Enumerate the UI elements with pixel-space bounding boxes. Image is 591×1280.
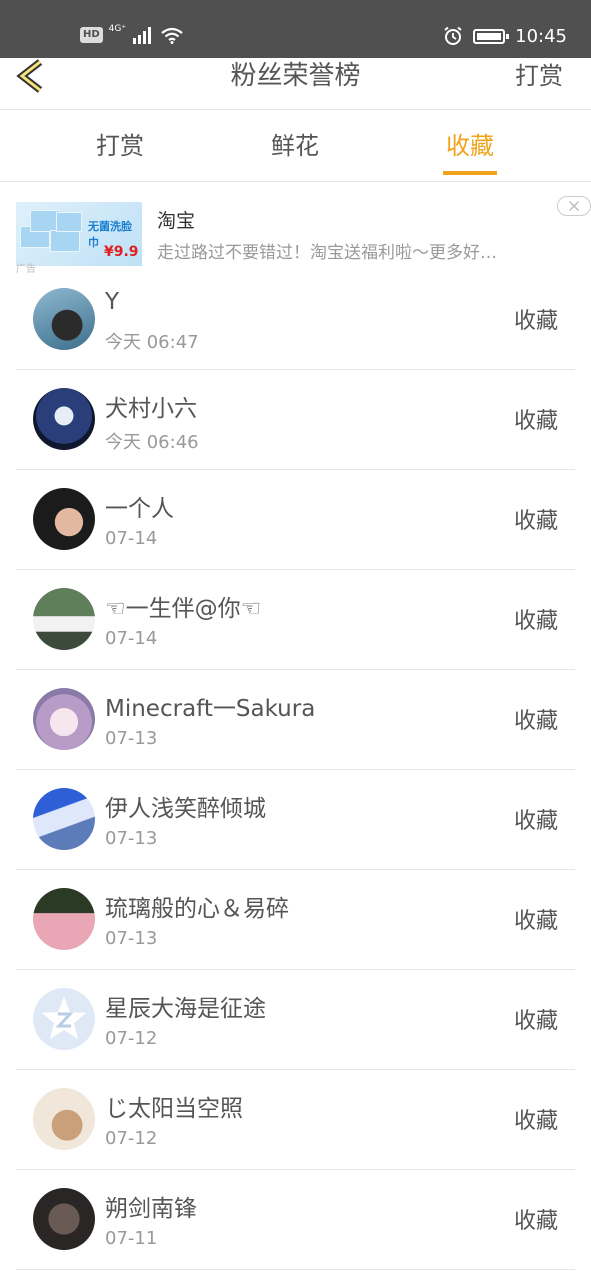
- avatar: [33, 888, 95, 950]
- list-item[interactable]: 星辰大海是征途 07-12 收藏: [16, 970, 575, 1070]
- qq-default-avatar-icon: [42, 997, 86, 1039]
- fan-list: Y 今天 06:47 收藏 犬村小六 今天 06:46 收藏 一个人 07-14…: [16, 270, 575, 1270]
- action-label: 收藏: [513, 609, 558, 634]
- tab-flowers[interactable]: 鲜花: [235, 111, 355, 181]
- fan-time: 07-13: [105, 828, 158, 849]
- battery-icon: [473, 28, 510, 44]
- fan-time: 07-13: [105, 928, 158, 949]
- tab-active-indicator: [443, 171, 497, 175]
- signal-icon: [133, 27, 152, 44]
- action-label: 收藏: [513, 1109, 558, 1134]
- list-item[interactable]: 朔剑南锋 07-11 收藏: [16, 1170, 575, 1270]
- fan-name: 琉璃般的心＆易碎: [105, 896, 289, 922]
- page-title: 粉丝荣誉榜: [230, 61, 361, 91]
- avatar: [33, 1088, 95, 1150]
- network-type: 4G⁺: [108, 24, 127, 34]
- avatar: [33, 1188, 95, 1250]
- tab-reward[interactable]: 打赏: [60, 111, 180, 181]
- alarm-icon: [444, 26, 462, 45]
- tab-favorites-label: 收藏: [446, 132, 494, 160]
- fan-time: 07-14: [105, 528, 158, 549]
- action-label: 收藏: [513, 309, 558, 334]
- close-icon[interactable]: [557, 196, 591, 216]
- fan-name: Minecraft一Sakura: [105, 696, 316, 722]
- action-label: 收藏: [513, 709, 558, 734]
- fan-name: 星辰大海是征途: [105, 996, 266, 1022]
- avatar: [33, 288, 95, 350]
- nav-bar: 粉丝荣誉榜 打赏: [0, 58, 591, 110]
- list-item[interactable]: 犬村小六 今天 06:46 收藏: [16, 370, 575, 470]
- avatar: [33, 388, 95, 450]
- list-item[interactable]: じ太阳当空照 07-12 收藏: [16, 1070, 575, 1170]
- status-left: HD 4G⁺: [80, 24, 184, 46]
- list-item[interactable]: 琉璃般的心＆易碎 07-13 收藏: [16, 870, 575, 970]
- fan-name: 朔剑南锋: [105, 1196, 197, 1222]
- fan-name: 伊人浅笑醉倾城: [105, 796, 266, 822]
- fan-name: Y: [105, 289, 120, 315]
- list-item[interactable]: Minecraft一Sakura 07-13 收藏: [16, 670, 575, 770]
- action-label: 收藏: [513, 509, 558, 534]
- avatar: [33, 488, 95, 550]
- fan-time: 07-14: [105, 628, 158, 649]
- fan-time: 今天 06:46: [105, 432, 199, 453]
- fan-time: 07-12: [105, 1128, 158, 1149]
- action-label: 收藏: [513, 909, 558, 934]
- action-label: 收藏: [513, 809, 558, 834]
- tab-favorites[interactable]: 收藏: [410, 111, 530, 181]
- fan-time: 07-12: [105, 1028, 158, 1049]
- reward-button[interactable]: 打赏: [515, 58, 563, 94]
- action-label: 收藏: [513, 1009, 558, 1034]
- avatar: [33, 588, 95, 650]
- ad-thumbnail: 无菌洗脸巾 ¥9.9: [16, 202, 142, 266]
- ad-thumb-price: ¥9.9: [104, 244, 139, 260]
- ad-description: 走过路过不要错过！淘宝送福利啦～更多好…: [157, 243, 497, 263]
- avatar: [33, 688, 95, 750]
- status-right: 10:45: [443, 24, 567, 48]
- hd-badge: HD: [80, 27, 103, 43]
- status-bar: HD 4G⁺ 10:45: [0, 0, 591, 58]
- fan-name: ☜一生伴@你☜: [105, 596, 262, 622]
- fan-name: 犬村小六: [105, 396, 197, 422]
- fan-name: 一个人: [105, 496, 174, 522]
- list-item[interactable]: Y 今天 06:47 收藏: [16, 270, 575, 370]
- tab-bar: 打赏 鲜花 收藏: [0, 111, 591, 182]
- fan-time: 今天 06:47: [105, 332, 199, 353]
- list-item[interactable]: 伊人浅笑醉倾城 07-13 收藏: [16, 770, 575, 870]
- list-item[interactable]: 一个人 07-14 收藏: [16, 470, 575, 570]
- avatar: [33, 788, 95, 850]
- fan-time: 07-11: [105, 1228, 158, 1249]
- clock: 10:45: [515, 25, 567, 47]
- avatar: [33, 988, 95, 1050]
- ad-banner[interactable]: 无菌洗脸巾 ¥9.9 广告 淘宝 走过路过不要错过！淘宝送福利啦～更多好…: [0, 186, 591, 275]
- ad-brand: 淘宝: [157, 210, 196, 232]
- wifi-icon: [161, 27, 183, 44]
- action-label: 收藏: [513, 1209, 558, 1234]
- fan-name: じ太阳当空照: [105, 1096, 243, 1122]
- fan-time: 07-13: [105, 728, 158, 749]
- list-item[interactable]: ☜一生伴@你☜ 07-14 收藏: [16, 570, 575, 670]
- action-label: 收藏: [513, 409, 558, 434]
